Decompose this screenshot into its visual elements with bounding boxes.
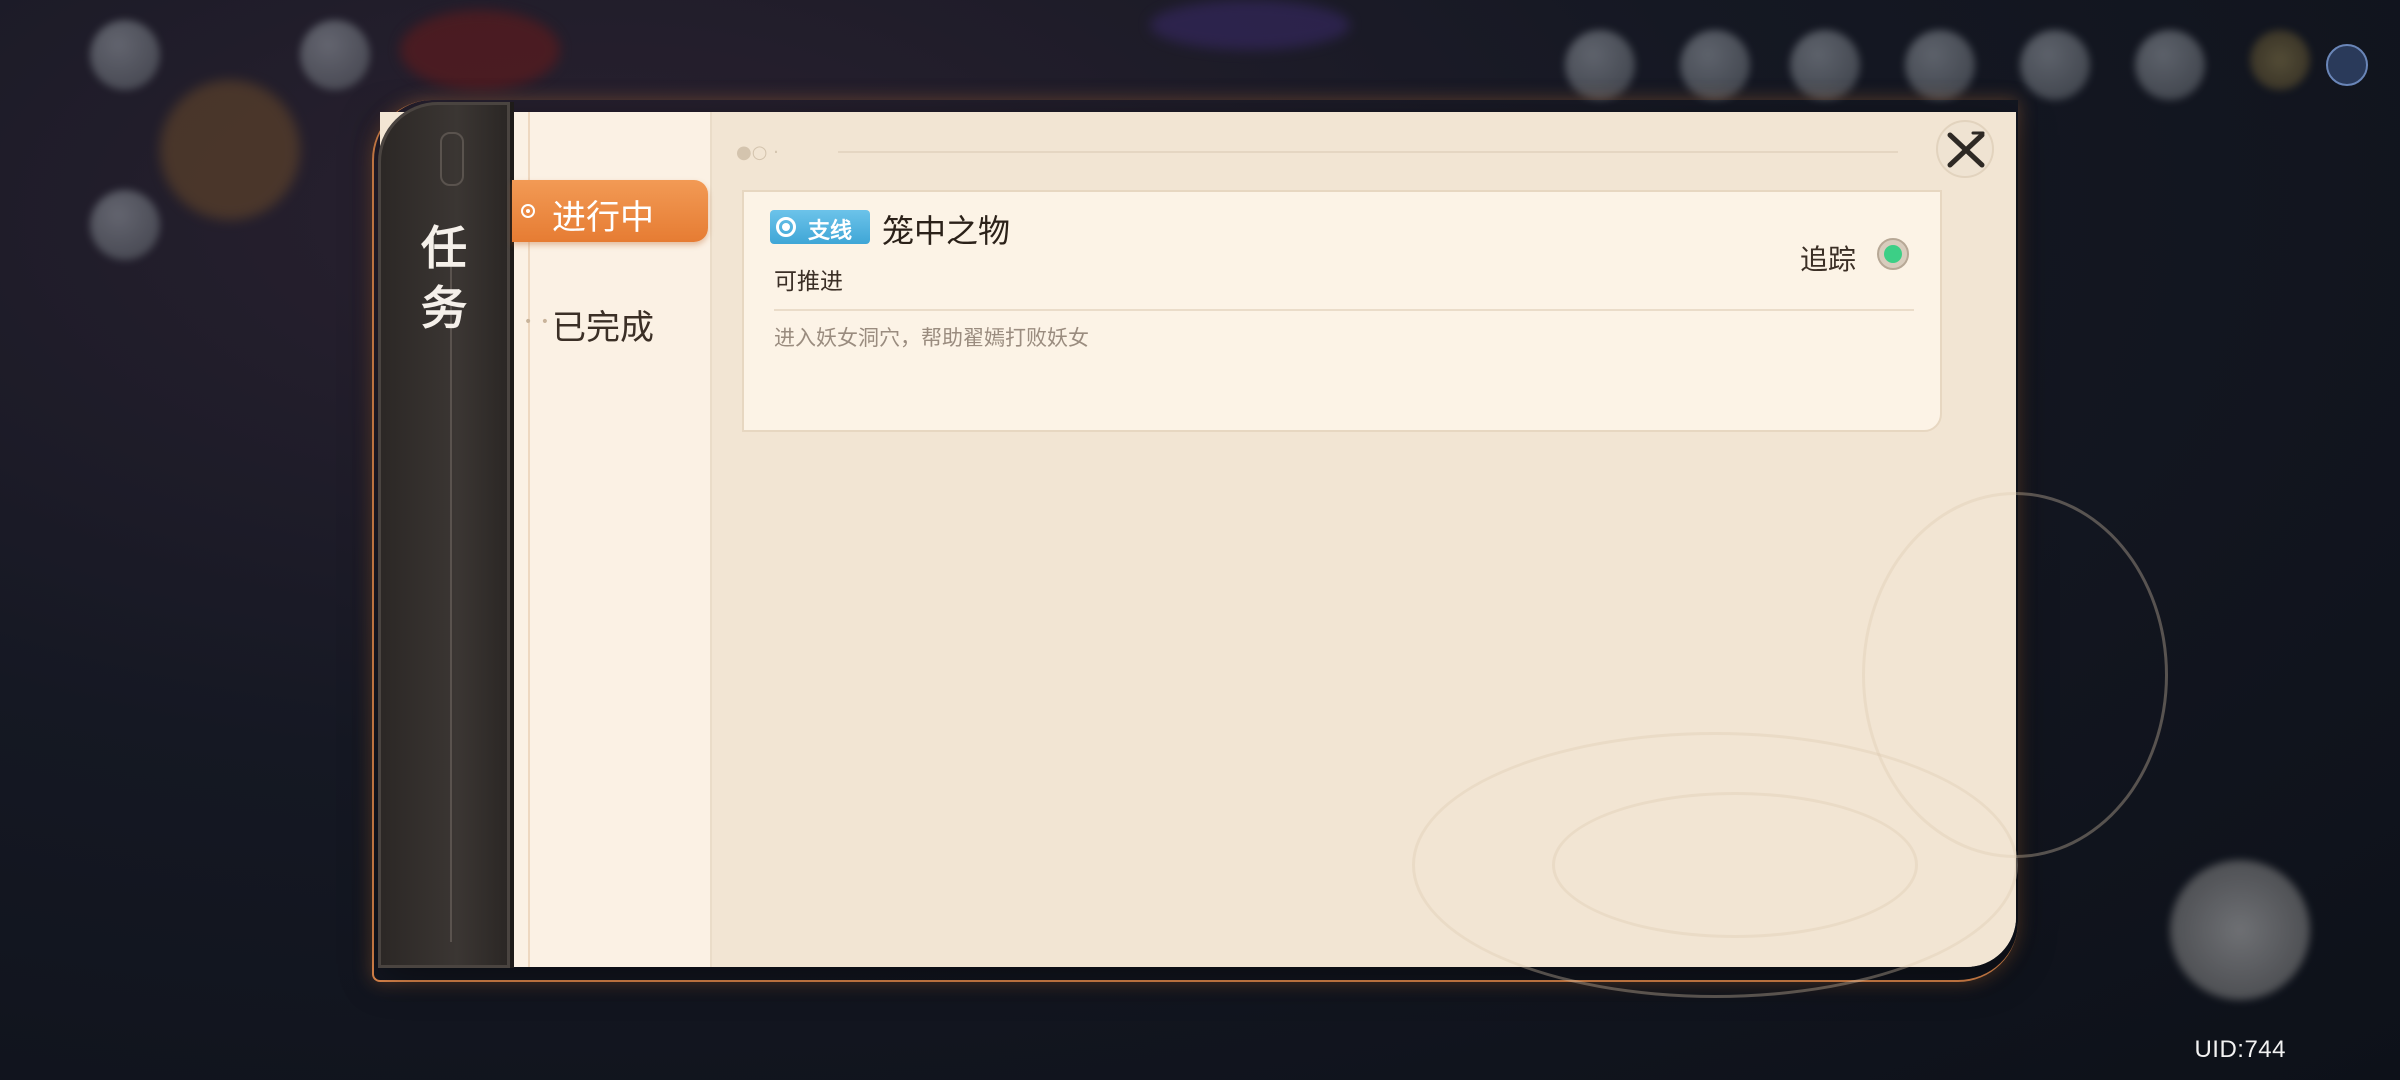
tab-dots-icon: • • [524,314,551,330]
close-x-icon [1947,131,1985,168]
hud-icon [2250,30,2310,90]
spine-ornament [440,132,464,186]
panel-title-char: 任 [421,221,467,275]
side-quest-icon [776,217,796,237]
hud-icon [2020,30,2090,100]
hud-icon [1565,30,1635,100]
badge-label: 支线 [808,219,853,244]
tab-label: 已完成 [552,308,654,348]
panel-title: 任 务 [378,218,510,338]
spine-line [450,232,452,942]
background-blob [160,80,300,220]
compass-icon[interactable] [2326,44,2368,86]
divider [774,309,1914,311]
close-button[interactable] [1936,120,1994,178]
track-label: 追踪 [1800,243,1857,276]
quest-title: 笼中之物 [882,212,1011,250]
decorative-dots: ●○ · [736,142,779,163]
hud-icon [2170,860,2310,1000]
uid-label: UID:744 [2194,1036,2286,1063]
decorative-swirl [1552,792,1918,938]
active-tab-icon [521,204,535,218]
decorative-swirl [1862,492,2168,858]
quest-description: 进入妖女洞穴，帮助翟嫣打败妖女 [774,326,1089,350]
background-blob [1150,0,1350,50]
quest-type-badge: 支线 [770,210,870,244]
tab-in-progress[interactable]: 进行中 [512,180,708,242]
tab-completed[interactable]: • • 已完成 [512,290,708,352]
background-blob [400,10,560,90]
tab-label: 进行中 [552,198,654,238]
panel-title-char: 务 [421,281,467,335]
track-toggle[interactable] [1877,238,1909,270]
quest-status: 可推进 [774,269,843,295]
hud-icon [90,190,160,260]
hud-icon [1905,30,1975,100]
hud-icon [90,20,160,90]
hud-icon [2135,30,2205,100]
hud-icon [1680,30,1750,100]
hud-icon [1790,30,1860,100]
hud-icon [300,20,370,90]
divider [838,151,1898,153]
